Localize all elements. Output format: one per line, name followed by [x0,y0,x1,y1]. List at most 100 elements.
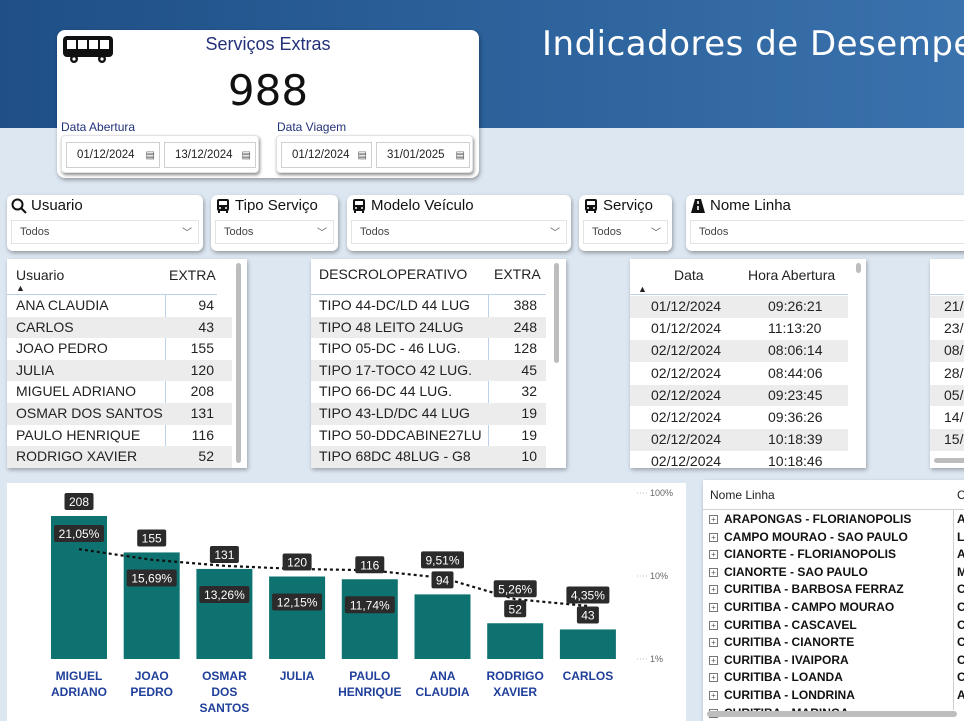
servico-dropdown[interactable]: Todos ﹀ [583,220,668,244]
bar[interactable] [414,594,471,659]
expand-icon[interactable]: + [709,673,718,683]
list-item[interactable]: + CIANORTE - SAO PAULO M [709,565,964,583]
expand-icon[interactable]: + [709,620,718,630]
bar[interactable] [196,568,253,659]
column-header-extra[interactable]: EXTRA [494,266,541,282]
list-item[interactable]: + CURITIBA - CASCAVEL C [709,618,964,636]
list-item[interactable]: + CURITIBA - BARBOSA FERRAZ C [709,582,964,600]
table-row[interactable]: 02/12/2024 09:36:26 [630,407,848,429]
descr-operativo-table: DESCROLOPERATIVO EXTRA TIPO 44-DC/LD 44 … [311,259,566,468]
nome-linha-table: Nome Linha C + ARAPONGAS - FLORIANOPOLIS A… [703,480,964,721]
table-row[interactable]: TIPO 43-LD/DC 44 LUG 19 [311,403,546,425]
expand-icon[interactable]: + [709,603,718,612]
data-abertura-to[interactable]: 13/12/2024 ▤ [164,142,256,168]
scrollbar[interactable] [856,263,861,273]
expand-icon[interactable]: + [709,515,718,524]
expand-icon[interactable]: + [709,638,718,648]
table-row[interactable]: 15/ [930,429,964,451]
table-row[interactable]: 08/ [930,340,964,362]
data-viagem-to[interactable]: 31/01/2025 ▤ [376,142,470,168]
table-row[interactable]: TIPO 66-DC 44 LUG. 32 [311,381,546,403]
chevron-down-icon[interactable]: ﹀ [651,224,661,239]
chevron-down-icon[interactable]: ﹀ [182,224,192,239]
column-header-descroloperativo[interactable]: DESCROLOPERATIVO [319,266,467,282]
expand-icon[interactable]: + [709,567,718,577]
table-row[interactable]: TIPO 50-DDCABINE27LU 19 [311,425,546,447]
table-row[interactable]: 28/ [930,363,964,385]
expand-icon[interactable]: + [709,532,718,542]
table-row[interactable]: JOAO PEDRO 155 [7,338,232,360]
table-row[interactable]: 02/12/2024 08:06:14 [630,340,848,362]
data-label: 5,26% [498,582,532,596]
expand-icon[interactable]: + [709,585,718,595]
table-row[interactable]: CARLOS 43 [7,316,232,339]
table-row[interactable]: 14/ [930,407,964,429]
scrollbar[interactable] [236,263,241,463]
table-row[interactable]: 05/ [930,384,964,407]
table-row[interactable]: 02/12/2024 10:18:46 [630,451,848,468]
table-row[interactable]: TIPO 68DC 48LUG - G8 10 [311,446,546,468]
table-row[interactable]: 23/ [930,318,964,340]
calendar-icon[interactable]: ▤ [456,150,465,161]
list-item[interactable]: + CURITIBA - CIANORTE C [709,635,964,653]
table-row[interactable]: 02/12/2024 08:44:06 [630,363,848,385]
column-header-hora-abertura[interactable]: Hora Abertura [748,267,835,283]
column-header-nome-linha[interactable]: Nome Linha [710,488,775,502]
expand-icon[interactable]: + [709,655,718,665]
list-item[interactable]: + CIANORTE - FLORIANOPOLIS A [709,547,964,565]
table-row[interactable]: TIPO 17-TOCO 42 LUG. 45 [311,359,546,382]
table-row[interactable]: 01/12/2024 09:26:21 [630,296,848,318]
table-row[interactable]: 02/12/2024 09:23:45 [630,384,848,407]
table-row[interactable]: TIPO 48 LEITO 24LUG 248 [311,316,546,339]
usuario-dropdown[interactable]: Todos ﹀ [11,220,199,244]
chevron-down-icon[interactable]: ﹀ [550,224,560,239]
nome-linha-dropdown[interactable]: Todos [690,220,964,244]
list-item[interactable]: + CAMPO MOURAO - SAO PAULO L [709,530,964,548]
scrollbar[interactable] [554,263,559,363]
table-row[interactable]: JULIA 120 [7,359,232,382]
calendar-icon[interactable]: ▤ [146,150,155,161]
list-item[interactable]: + ARAPONGAS - FLORIANOPOLIS A [709,512,964,530]
data-viagem-from[interactable]: 01/12/2024 ▤ [281,142,372,168]
column-header-c[interactable]: C [957,488,964,502]
list-item[interactable]: + CURITIBA - LOANDA C [709,670,964,688]
usuario-cell: RODRIGO XAVIER [16,448,138,465]
category-label: ANA [430,669,456,683]
table-row[interactable]: ANA CLAUDIA 94 [7,295,232,317]
table-row[interactable]: TIPO 05-DC - 46 LUG. 128 [311,338,546,360]
column-header-extra[interactable]: EXTRA [169,267,216,283]
calendar-icon[interactable]: ▤ [358,150,367,161]
bar[interactable] [269,576,326,660]
table-row[interactable]: 02/12/2024 10:18:39 [630,429,848,451]
bar[interactable] [341,579,398,659]
sort-asc-icon[interactable]: ▲ [16,283,25,293]
list-item[interactable]: + CURITIBA - CAMPO MOURAO C [709,600,964,618]
data-abertura-from[interactable]: 01/12/2024 ▤ [66,142,160,168]
list-item[interactable]: + CURITIBA - LONDRINA A [709,688,964,706]
scrollbar[interactable] [934,458,964,463]
chevron-down-icon[interactable]: ﹀ [317,224,327,239]
table-row[interactable]: PAULO HENRIQUE 116 [7,425,232,447]
table-row[interactable]: TIPO 44-DC/LD 44 LUG 388 [311,295,546,317]
axis-tick-label: 10% [650,571,668,581]
column-header-usuario[interactable]: Usuario [16,267,64,283]
table-row[interactable]: 01/12/2024 11:13:20 [630,318,848,340]
column-header-data[interactable]: Data [674,267,704,283]
tipo-servico-dropdown[interactable]: Todos ﹀ [215,220,334,244]
expand-icon[interactable]: + [709,550,718,560]
table-row[interactable]: OSMAR DOS SANTOS 131 [7,403,232,425]
calendar-icon[interactable]: ▤ [242,150,251,161]
sort-asc-icon[interactable]: ▲ [638,284,647,294]
expand-icon[interactable]: + [709,691,718,700]
table-row[interactable]: RODRIGO XAVIER 52 [7,446,232,468]
bar[interactable] [559,629,616,659]
bar[interactable] [487,623,544,659]
bar[interactable] [123,552,180,659]
linha-name: CURITIBA - LOANDA [724,670,843,685]
table-row[interactable]: 21/ [930,296,964,318]
data-label: 116 [360,558,379,572]
modelo-veiculo-dropdown[interactable]: Todos ﹀ [351,220,567,244]
scrollbar[interactable] [707,711,957,717]
table-row[interactable]: MIGUEL ADRIANO 208 [7,381,232,403]
list-item[interactable]: + CURITIBA - IVAIPORA C [709,653,964,671]
